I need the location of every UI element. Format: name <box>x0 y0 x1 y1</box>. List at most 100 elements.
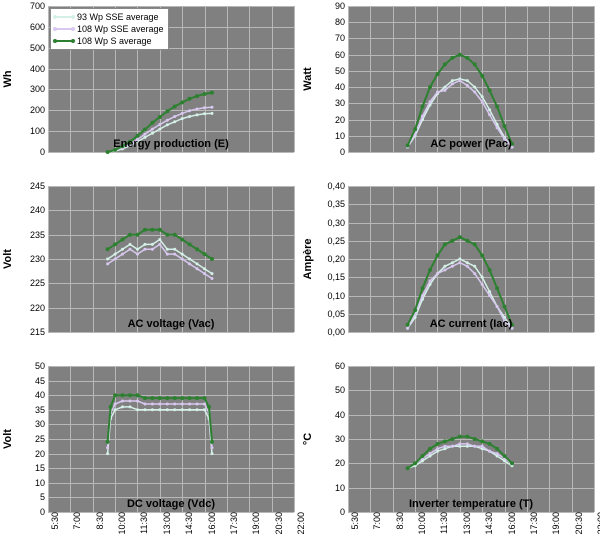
y-tick: 0,30 <box>327 218 348 228</box>
y-axis-label: Volt <box>2 429 14 449</box>
y-tick: 10 <box>335 131 348 141</box>
panel-ac-current: 0,000,050,100,150,200,250,300,350,40 Ampè… <box>300 180 600 360</box>
y-tick: 400 <box>30 64 48 74</box>
y-tick: 230 <box>30 254 48 264</box>
panel-temperature: 01020304050605:307:008:3010:0011:3013:00… <box>300 360 600 540</box>
y-tick: 215 <box>30 327 48 337</box>
chart-title: DC voltage (Vdc) <box>48 498 294 510</box>
x-tick: 5:30 <box>48 512 60 530</box>
y-tick: 200 <box>30 105 48 115</box>
y-tick: 0 <box>40 507 48 517</box>
y-axis-label: Watt <box>302 67 314 90</box>
y-tick: 0,20 <box>327 254 348 264</box>
y-axis-label: Ampère <box>302 239 314 280</box>
y-tick: 30 <box>335 98 348 108</box>
x-tick: 20:30 <box>572 512 584 535</box>
y-tick: 80 <box>335 17 348 27</box>
y-tick: 10 <box>335 483 348 493</box>
y-tick: 60 <box>335 361 348 371</box>
legend-label: 93 Wp SSE average <box>77 12 159 22</box>
y-tick: 235 <box>30 230 48 240</box>
y-tick: 25 <box>35 434 48 444</box>
x-tick: 16:00 <box>205 512 217 535</box>
x-tick: 13:00 <box>160 512 172 535</box>
y-axis-label: Wh <box>2 70 14 87</box>
y-tick: 40 <box>335 410 348 420</box>
legend-item: 108 Wp S average <box>55 35 164 47</box>
chart-grid: 0100200300400500600700WhEnergy productio… <box>0 0 600 540</box>
legend-item: 108 Wp SSE average <box>55 23 164 35</box>
y-tick: 20 <box>335 458 348 468</box>
y-tick: 40 <box>335 82 348 92</box>
x-tick: 19:00 <box>549 512 561 535</box>
y-tick: 50 <box>35 361 48 371</box>
y-tick: 50 <box>335 385 348 395</box>
legend-label: 108 Wp S average <box>77 36 152 46</box>
x-tick: 16:00 <box>505 512 517 535</box>
x-tick: 17:30 <box>227 512 239 535</box>
x-tick: 7:00 <box>370 512 382 530</box>
x-tick: 19:00 <box>249 512 261 535</box>
x-tick: 10:00 <box>115 512 127 535</box>
y-tick: 50 <box>335 66 348 76</box>
x-tick: 20:30 <box>272 512 284 535</box>
y-axis-label: °C <box>302 433 314 445</box>
x-tick: 8:30 <box>93 512 105 530</box>
plot-area: 215220225230235240245 <box>48 186 294 332</box>
plot-area: 01020304050605:307:008:3010:0011:3013:00… <box>348 366 594 512</box>
x-tick: 7:00 <box>70 512 82 530</box>
legend-label: 108 Wp SSE average <box>77 24 164 34</box>
y-tick: 0 <box>340 147 348 157</box>
plot-area: 0,000,050,100,150,200,250,300,350,40 <box>348 186 594 332</box>
y-tick: 0,05 <box>327 309 348 319</box>
y-axis-label: Volt <box>2 249 14 269</box>
y-tick: 30 <box>35 419 48 429</box>
chart-title: AC voltage (Vac) <box>48 318 294 330</box>
y-tick: 20 <box>35 449 48 459</box>
y-tick: 0,25 <box>327 236 348 246</box>
y-tick: 0,15 <box>327 272 348 282</box>
x-tick: 14:30 <box>182 512 194 535</box>
y-tick: 100 <box>30 126 48 136</box>
y-tick: 240 <box>30 205 48 215</box>
y-tick: 40 <box>35 390 48 400</box>
y-tick: 15 <box>35 463 48 473</box>
x-tick: 22:00 <box>594 512 600 535</box>
y-tick: 20 <box>335 115 348 125</box>
y-tick: 0,00 <box>327 327 348 337</box>
x-tick: 10:00 <box>415 512 427 535</box>
chart-title: AC current (Iac) <box>348 318 594 330</box>
y-tick: 300 <box>30 84 48 94</box>
y-tick: 220 <box>30 303 48 313</box>
x-tick: 8:30 <box>393 512 405 530</box>
panel-ac-voltage: 215220225230235240245 Volt AC voltage (Vac… <box>0 180 300 360</box>
x-tick: 17:30 <box>527 512 539 535</box>
x-tick: 13:00 <box>460 512 472 535</box>
y-tick: 70 <box>335 33 348 43</box>
legend-swatch-icon <box>55 40 73 42</box>
legend-item: 93 Wp SSE average <box>55 11 164 23</box>
x-tick: 5:30 <box>348 512 360 530</box>
y-tick: 35 <box>35 405 48 415</box>
x-tick: 11:30 <box>137 512 149 534</box>
y-tick: 5 <box>40 492 48 502</box>
y-tick: 0 <box>40 147 48 157</box>
x-tick: 11:30 <box>437 512 449 534</box>
panel-ac-power: 0 10 20 30 40 50 60 70 80 90 Watt AC power (Pac) <box>300 0 600 180</box>
chart-title: AC power (Pac) <box>348 138 594 150</box>
y-tick: 225 <box>30 278 48 288</box>
y-tick: 60 <box>335 50 348 60</box>
panel-energy: 0100200300400500600700WhEnergy productio… <box>0 0 300 180</box>
plot-area: 051015202530354045505:307:008:3010:0011:… <box>48 366 294 512</box>
chart-title: Energy production (E) <box>48 138 294 150</box>
chart-title: Inverter temperature (T) <box>348 498 594 510</box>
y-tick: 0,40 <box>327 181 348 191</box>
legend-swatch-icon <box>55 16 73 18</box>
y-tick: 45 <box>35 376 48 386</box>
legend-swatch-icon <box>55 28 73 30</box>
y-tick: 30 <box>335 434 348 444</box>
y-tick: 0,10 <box>327 291 348 301</box>
y-tick: 600 <box>30 22 48 32</box>
y-tick: 90 <box>335 1 348 11</box>
y-tick: 10 <box>35 478 48 488</box>
